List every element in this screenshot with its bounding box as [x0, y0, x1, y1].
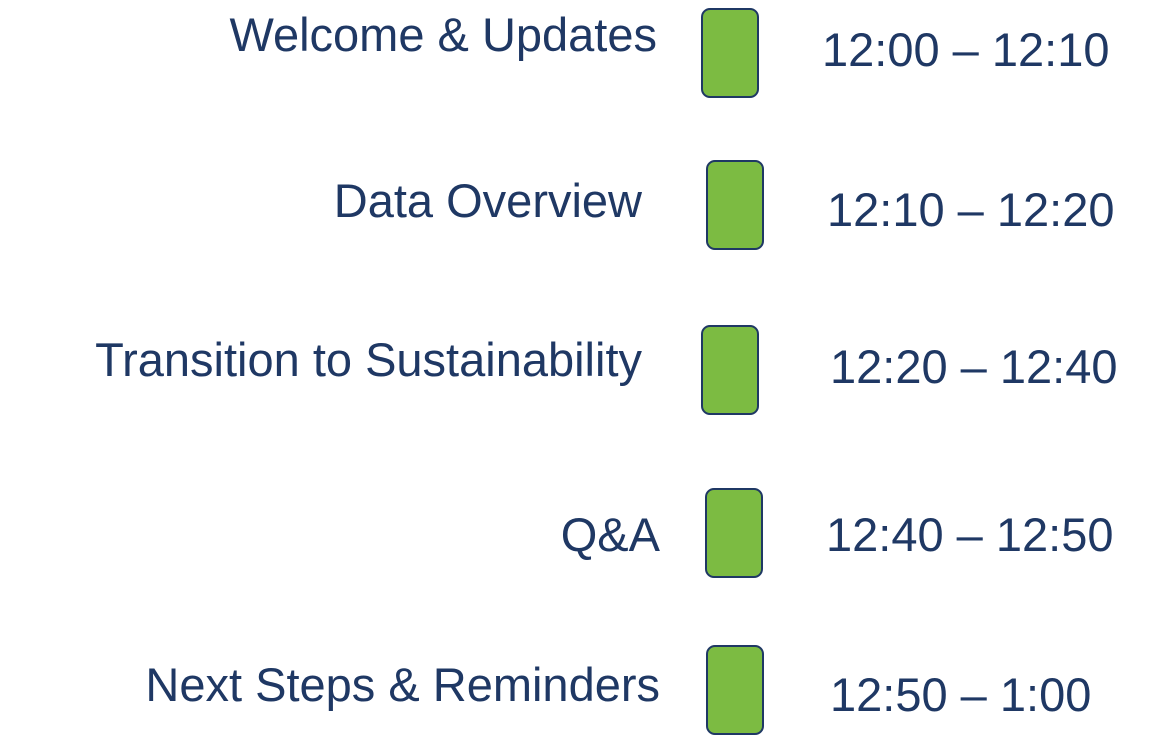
agenda-time: 12:00 – 12:10 [822, 23, 1110, 76]
agenda: Welcome & Updates 12:00 – 12:10 Data Ove… [0, 0, 1157, 736]
agenda-row-qa: Q&A 12:40 – 12:50 [0, 488, 1157, 588]
agenda-time: 12:50 – 1:00 [830, 668, 1092, 721]
agenda-time: 12:20 – 12:40 [830, 340, 1118, 393]
agenda-topic: Q&A [560, 508, 660, 561]
agenda-topic: Next Steps & Reminders [145, 658, 660, 711]
agenda-time: 12:40 – 12:50 [826, 508, 1114, 561]
agenda-marker [701, 325, 759, 415]
agenda-topic: Transition to Sustainability [95, 333, 642, 386]
agenda-marker [701, 8, 759, 98]
agenda-row-next-steps: Next Steps & Reminders 12:50 – 1:00 [0, 645, 1157, 745]
agenda-topic: Welcome & Updates [229, 8, 657, 61]
agenda-marker [706, 160, 764, 250]
agenda-time: 12:10 – 12:20 [827, 183, 1115, 236]
agenda-row-data-overview: Data Overview 12:10 – 12:20 [0, 160, 1157, 263]
agenda-topic: Data Overview [333, 174, 642, 227]
agenda-row-welcome: Welcome & Updates 12:00 – 12:10 [0, 0, 1157, 100]
agenda-marker [705, 488, 763, 578]
agenda-marker [706, 645, 764, 735]
agenda-row-transition: Transition to Sustainability 12:20 – 12:… [0, 325, 1157, 425]
